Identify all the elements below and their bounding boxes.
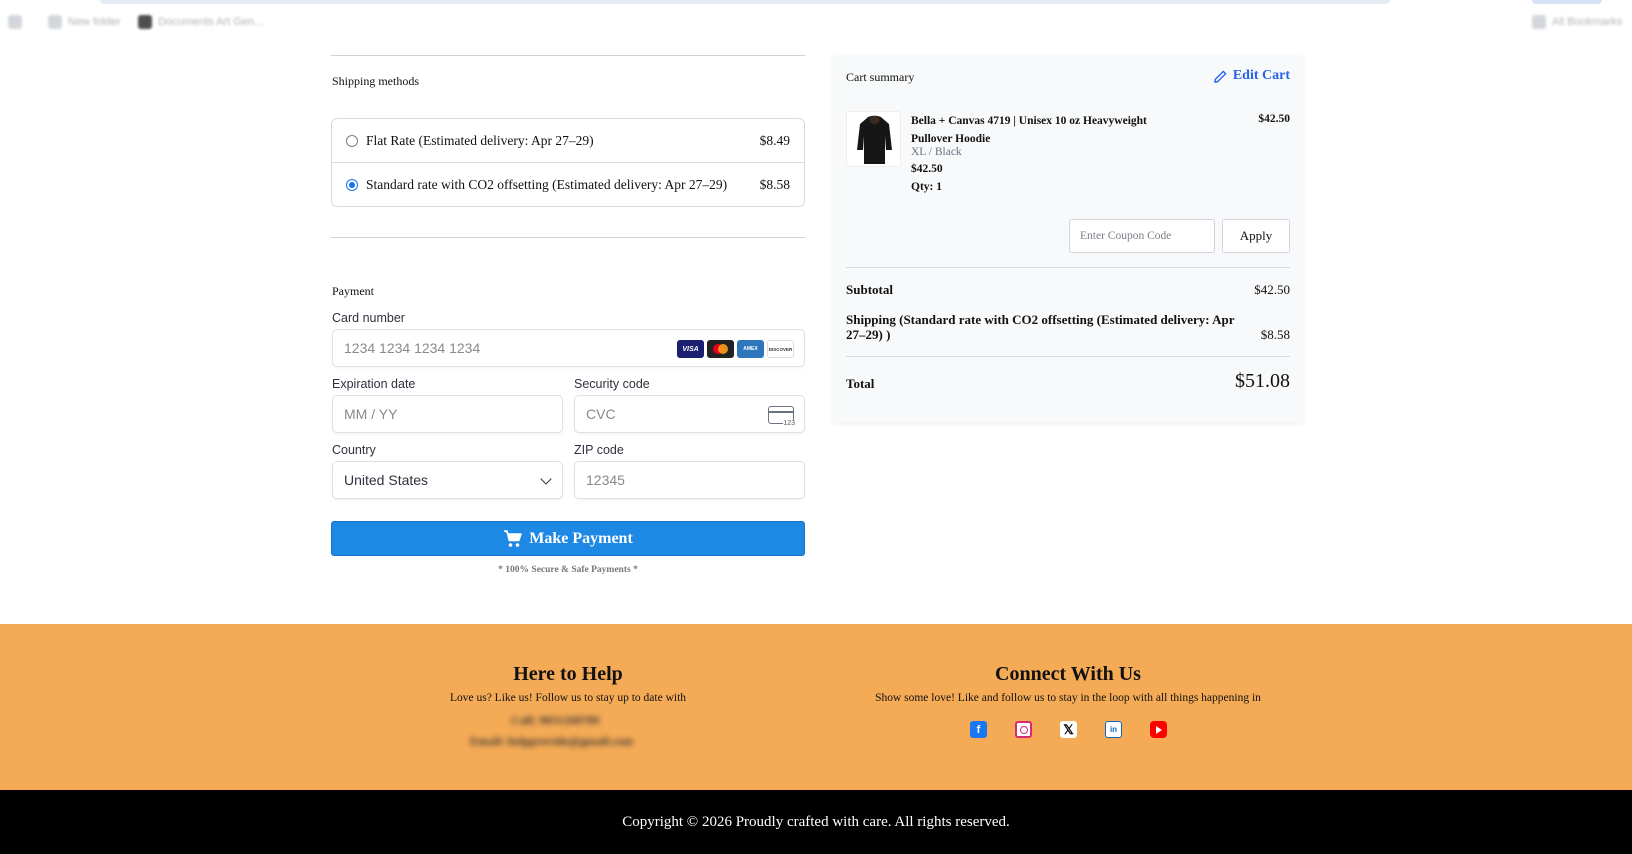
shipping-option-label: Flat Rate (Estimated delivery: Apr 27–29…: [366, 132, 594, 148]
footer: [0, 624, 1632, 790]
cvc-card-icon: 123: [768, 406, 795, 427]
subtotal-label: Subtotal: [846, 282, 893, 297]
total-value: $51.08: [1235, 370, 1290, 392]
country-label: Country: [332, 443, 376, 457]
item-unit-price: $42.50: [911, 163, 943, 175]
copyright-bar: Copyright © 2026 Proudly crafted with ca…: [0, 790, 1632, 854]
radio-standard-co2[interactable]: [346, 179, 358, 191]
bookmark-documents[interactable]: Documents Art Gen...: [138, 14, 263, 30]
make-payment-button[interactable]: Make Payment: [331, 521, 805, 556]
folder-icon: [48, 15, 62, 29]
pencil-icon: [1214, 70, 1227, 83]
copyright-text: Copyright © 2026 Proudly crafted with ca…: [622, 813, 1010, 830]
cvc-label: Security code: [574, 377, 650, 391]
help-text: Love us? Like us! Follow us to stay up t…: [449, 692, 687, 704]
shipping-methods-title: Shipping methods: [332, 74, 420, 88]
doc-icon: [138, 15, 152, 29]
divider: [846, 267, 1290, 268]
facebook-icon[interactable]: f: [970, 721, 987, 738]
all-bookmarks[interactable]: All Bookmarks: [1532, 14, 1622, 30]
card-number-input[interactable]: 1234 1234 1234 1234 VISA AMEX DISCOVER: [332, 329, 805, 367]
shipping-options: Flat Rate (Estimated delivery: Apr 27–29…: [331, 118, 805, 207]
hoodie-image: [857, 115, 892, 164]
item-line-price: $42.50: [1258, 113, 1290, 125]
subtotal-value: $42.50: [1254, 282, 1290, 297]
edit-cart-link[interactable]: Edit Cart: [1213, 68, 1290, 84]
shipping-summary-value: $8.58: [1260, 327, 1290, 342]
card-brand-icons: VISA AMEX DISCOVER: [677, 340, 794, 358]
cart-icon: [504, 529, 522, 547]
chevron-down-icon: [540, 473, 552, 485]
zip-input[interactable]: 12345: [574, 461, 805, 499]
divider: [331, 237, 805, 238]
apps-icon[interactable]: [8, 14, 28, 30]
instagram-icon[interactable]: [1015, 721, 1032, 738]
address-bar-edge[interactable]: [100, 0, 1390, 4]
cvc-input[interactable]: CVC 123: [574, 395, 805, 433]
youtube-icon[interactable]: [1150, 721, 1167, 738]
secure-payments-note: * 100% Secure & Safe Payments *: [498, 565, 638, 575]
shipping-option-price: $8.49: [759, 132, 790, 148]
discover-icon: DISCOVER: [767, 340, 794, 358]
cart-summary: Cart summary Edit Cart Bella + Canvas 47…: [833, 56, 1303, 423]
footer-connect: Connect With Us Show some love! Like and…: [818, 663, 1318, 704]
call-info: Call: 9051268789: [511, 713, 600, 727]
x-icon[interactable]: 𝕏: [1060, 721, 1077, 738]
footer-help: Here to Help Love us? Like us! Follow us…: [418, 663, 718, 704]
divider: [846, 356, 1290, 357]
expiry-input[interactable]: MM / YY: [332, 395, 563, 433]
mastercard-icon: [707, 340, 734, 358]
linkedin-icon[interactable]: in: [1105, 721, 1122, 738]
shipping-option-flat-rate[interactable]: Flat Rate (Estimated delivery: Apr 27–29…: [332, 119, 804, 163]
country-select[interactable]: United States: [332, 461, 563, 499]
shipping-option-standard-co2[interactable]: Standard rate with CO2 offsetting (Estim…: [332, 163, 804, 207]
shipping-option-price: $8.58: [759, 177, 790, 192]
expiry-label: Expiration date: [332, 377, 416, 391]
payment-title: Payment: [332, 284, 374, 298]
item-name: Bella + Canvas 4719 | Unisex 10 oz Heavy…: [911, 115, 1147, 145]
cart-summary-title: Cart summary: [846, 70, 915, 84]
apply-coupon-button[interactable]: Apply: [1222, 219, 1290, 253]
divider: [331, 55, 805, 56]
zip-label: ZIP code: [574, 443, 624, 457]
connect-title: Connect With Us: [995, 663, 1141, 685]
amex-icon: AMEX: [737, 340, 764, 358]
connect-text: Show some love! Like and follow us to st…: [875, 692, 1261, 704]
visa-icon: VISA: [677, 340, 704, 358]
card-number-label: Card number: [332, 311, 405, 325]
coupon-input[interactable]: Enter Coupon Code: [1069, 219, 1215, 253]
shipping-summary-label: Shipping (Standard rate with CO2 offsett…: [846, 312, 1235, 342]
profile-button-edge[interactable]: [1532, 0, 1602, 4]
browser-bookmarks-bar: New folder Documents Art Gen... All Book…: [0, 0, 1632, 40]
bookmark-new-folder[interactable]: New folder: [48, 14, 121, 30]
item-variant: XL / Black: [911, 146, 962, 158]
product-thumbnail[interactable]: [846, 111, 901, 167]
social-links: f 𝕏 in: [970, 721, 1167, 738]
shipping-option-label: Standard rate with CO2 offsetting (Estim…: [366, 177, 728, 192]
folder-icon: [1532, 15, 1546, 29]
total-label: Total: [846, 376, 875, 391]
radio-flat-rate[interactable]: [346, 134, 358, 147]
help-title: Here to Help: [513, 663, 623, 685]
item-quantity: Qty: 1: [911, 181, 942, 193]
email-info[interactable]: Email: helpprovide@gmail.com: [470, 734, 633, 749]
